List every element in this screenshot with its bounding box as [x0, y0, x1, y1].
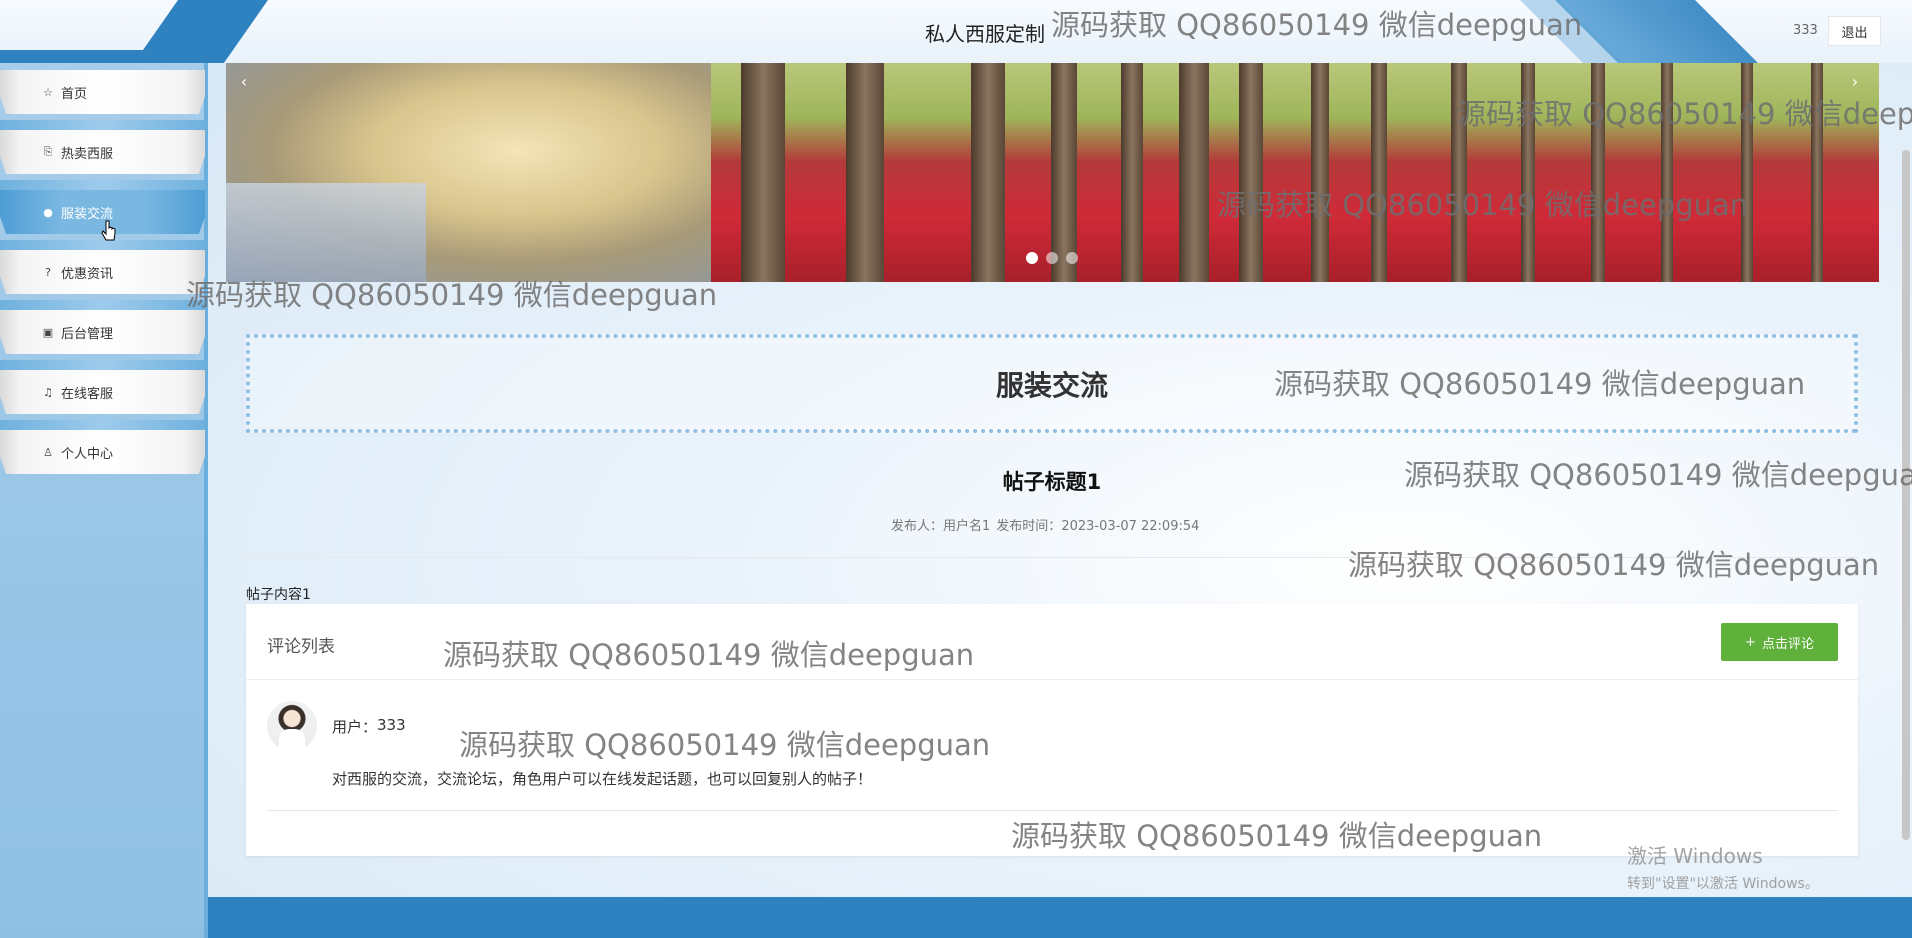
- watermark-text: 源码获取 QQ86050149 微信deepguan: [459, 728, 991, 762]
- headset-icon: ♫: [43, 385, 53, 399]
- plus-icon: +: [1745, 634, 1756, 650]
- site-title: 私人西服定制: [925, 22, 1045, 46]
- nav-item-wing: [0, 360, 205, 370]
- post-time-value: 2023-03-07 22:09:54: [1061, 519, 1200, 534]
- sidebar-item-label: 优惠资讯: [61, 266, 114, 282]
- carousel-image-frost-tree: [226, 63, 711, 282]
- watermark-text: 源码获取 QQ86050149 微信deepguan: [1457, 97, 1912, 131]
- sidebar-item-home[interactable]: ☆ 首页: [0, 70, 205, 114]
- activation-subtitle: 转到"设置"以激活 Windows。: [1627, 876, 1819, 892]
- watermark-text: 源码获取 QQ86050149 微信deepguan: [1404, 458, 1912, 492]
- nav-item-background: [0, 70, 205, 114]
- info-icon: ●: [43, 205, 53, 219]
- carousel-dot[interactable]: [1046, 252, 1058, 264]
- tree-trunk: [1239, 63, 1263, 282]
- footer-bar: [208, 897, 1912, 938]
- tree-trunk: [846, 63, 884, 282]
- briefcase-icon: ▣: [42, 325, 54, 339]
- tree-trunk: [1179, 63, 1209, 282]
- mouse-pointer-icon: [101, 220, 116, 241]
- comment-user-label: 用户：: [332, 718, 378, 736]
- add-comment-label: 点击评论: [1761, 636, 1814, 652]
- user-icon: ♙: [43, 445, 53, 459]
- post-author-label: 发布人：: [891, 519, 944, 534]
- sidebar-item-label: 热卖西服: [61, 146, 114, 162]
- watermark-text: 源码获取 QQ86050149 微信deepguan: [1217, 188, 1749, 222]
- carousel-dot[interactable]: [1026, 252, 1038, 264]
- post-author-value: 用户名1: [943, 519, 991, 534]
- comment-divider: [267, 810, 1838, 811]
- post-time-label: 发布时间：: [996, 519, 1062, 534]
- nav-item-wing: [0, 300, 205, 310]
- tree-trunk: [741, 63, 785, 282]
- watermark-text: 源码获取 QQ86050149 微信deepguan: [1011, 819, 1543, 853]
- star-icon: ☆: [43, 85, 53, 99]
- sidebar-item-label: 在线客服: [61, 386, 114, 402]
- activation-title: 激活 Windows: [1627, 844, 1763, 868]
- sidebar-item-label: 后台管理: [61, 326, 114, 342]
- carousel-prev-arrow-icon[interactable]: ‹: [234, 71, 254, 91]
- sidebar-item-label: 服装交流: [61, 206, 114, 222]
- comment-user-value: 333: [377, 716, 406, 734]
- tree-trunk: [1311, 63, 1329, 282]
- sidebar-item-admin[interactable]: ▣ 后台管理: [0, 300, 205, 354]
- top-header: 私人西服定制 333 退出: [0, 0, 1912, 63]
- watermark-text: 源码获取 QQ86050149 微信deepguan: [1348, 548, 1880, 582]
- section-title: 服装交流: [995, 368, 1108, 402]
- sidebar-item-label: 个人中心: [61, 446, 114, 462]
- avatar: [267, 701, 317, 751]
- logout-button[interactable]: 退出: [1828, 16, 1881, 46]
- nav-item-wing: [0, 180, 205, 190]
- carousel-indicators: [1026, 252, 1078, 264]
- nav-item-wing: [0, 420, 205, 430]
- carousel-next-arrow-icon[interactable]: ›: [1845, 71, 1865, 91]
- post-content: 帖子内容1: [246, 587, 311, 603]
- comment-list-title: 评论列表: [267, 637, 335, 657]
- watermark-text: 源码获取 QQ86050149 微信deepguan: [186, 278, 718, 312]
- header-decor-band: [0, 50, 220, 63]
- post-meta: 发布人：用户名1 发布时间：2023-03-07 22:09:54: [891, 515, 1199, 534]
- tree-trunk: [1371, 63, 1387, 282]
- question-icon: ?: [45, 265, 51, 279]
- watermark-text: 源码获取 QQ86050149 微信deepguan: [1274, 367, 1806, 401]
- sidebar-item-label: 首页: [61, 86, 88, 102]
- tree-trunk: [971, 63, 1005, 282]
- add-comment-button[interactable]: + 点击评论: [1721, 623, 1838, 661]
- comment-text: 对西服的交流，交流论坛，角色用户可以在线发起话题，也可以回复别人的帖子！: [332, 770, 873, 788]
- current-username: 333: [1793, 23, 1818, 38]
- tree-trunk: [1121, 63, 1143, 282]
- nav-item-wing: [0, 120, 205, 130]
- sidebar-item-promotions[interactable]: ? 优惠资讯: [0, 240, 205, 294]
- post-time: 发布时间：2023-03-07 22:09:54: [996, 515, 1199, 534]
- tree-trunk: [1051, 63, 1077, 282]
- carousel-dot[interactable]: [1066, 252, 1078, 264]
- watermark-text: 源码获取 QQ86050149 微信deepguan: [1051, 8, 1583, 42]
- windows-activation-notice: 激活 Windows 转到"设置"以激活 Windows。: [1627, 840, 1819, 893]
- comment-user: 用户： 333: [332, 716, 406, 737]
- bag-icon: ⎘: [43, 145, 53, 158]
- post-author: 发布人：用户名1: [891, 515, 990, 534]
- watermark-text: 源码获取 QQ86050149 微信deepguan: [443, 638, 975, 672]
- sidebar-item-online-support[interactable]: ♫ 在线客服: [0, 360, 205, 414]
- sidebar-item-hot-suits[interactable]: ⎘ 热卖西服: [0, 120, 205, 174]
